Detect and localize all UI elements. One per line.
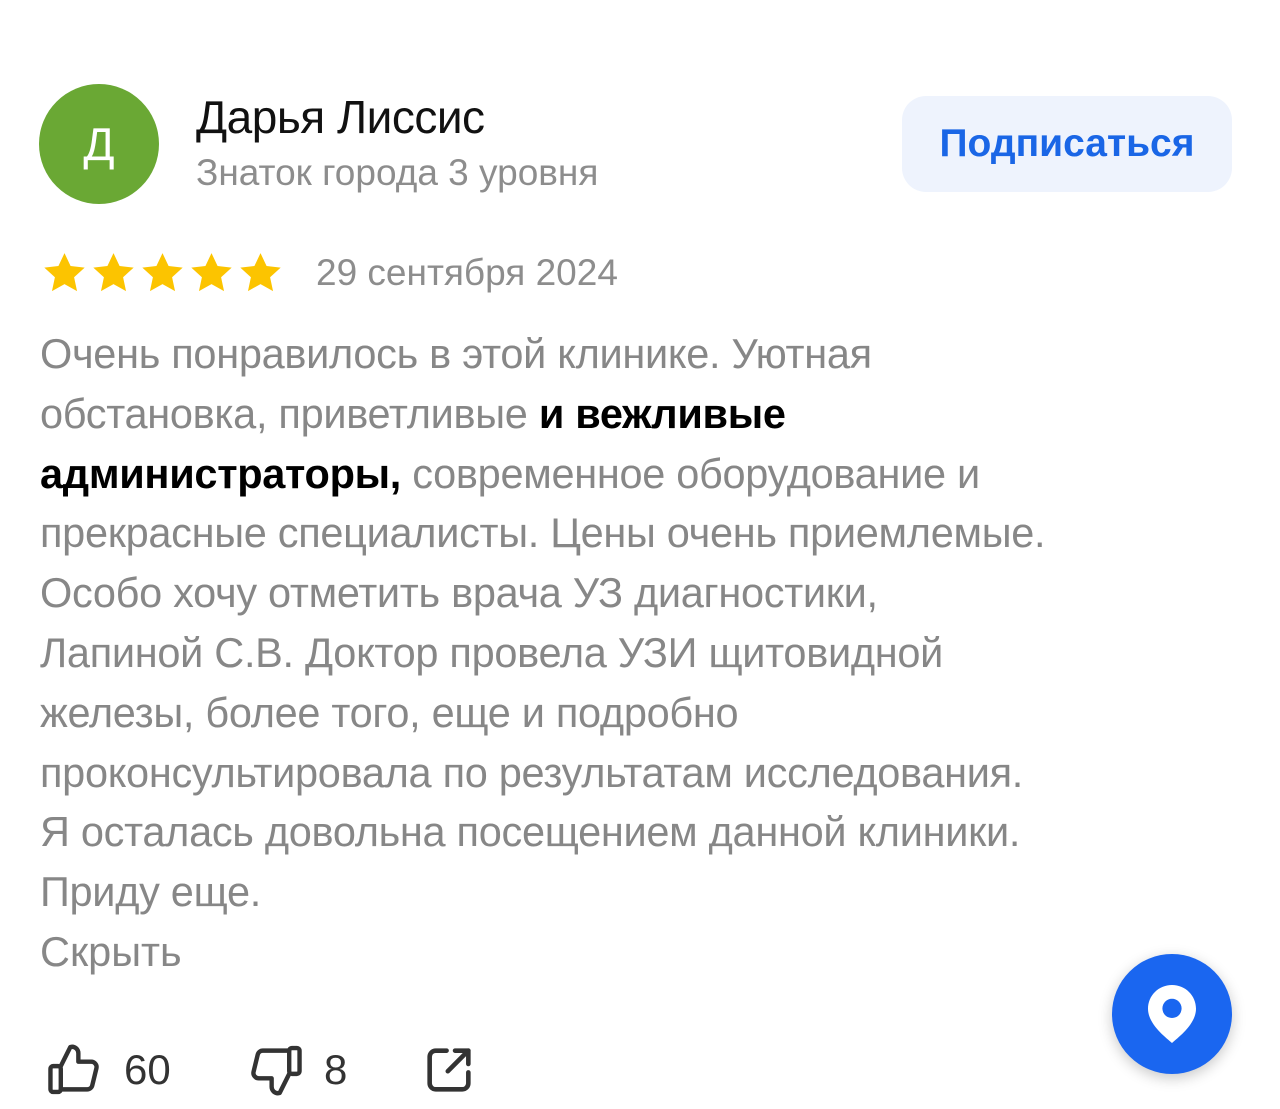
subscribe-button[interactable]: Подписаться	[902, 96, 1232, 192]
avatar-initial: Д	[83, 118, 115, 170]
star-icon	[142, 253, 183, 292]
like-count: 60	[124, 1046, 171, 1093]
star-icon	[93, 253, 134, 292]
review-text: Очень понравилось в этой клинике. Уютная…	[40, 324, 1240, 922]
review-line: проконсультировала по результатам исслед…	[40, 748, 1024, 796]
dislike-count: 8	[324, 1046, 348, 1093]
review-line: прекрасные специалисты. Цены очень прием…	[40, 509, 1046, 557]
review-date: 29 сентября 2024	[316, 252, 618, 293]
star-icon	[191, 253, 232, 292]
author-avatar[interactable]: Д	[39, 84, 159, 204]
review-line: Я осталась довольна посещением данной кл…	[40, 808, 1021, 856]
thumbs-down-icon	[251, 1045, 302, 1096]
highlighted-text: администраторы,	[40, 449, 401, 497]
review-line: Лапиной С.В. Доктор провела УЗИ щитовидн…	[40, 628, 944, 676]
review-line: администраторы, современное оборудование…	[40, 449, 980, 497]
review-line: Очень понравилось в этой клинике. Уютная	[40, 330, 872, 377]
review-line: железы, более того, еще и подробно	[40, 688, 739, 736]
review-line: Особо хочу отметить врача УЗ диагностики…	[40, 569, 878, 617]
like-button[interactable]: 60	[44, 1038, 171, 1102]
review-line: обстановка, приветливые и вежливые	[40, 389, 786, 437]
hide-review-link[interactable]: Скрыть	[40, 922, 182, 982]
map-pin-icon	[1148, 985, 1196, 1043]
highlighted-text: и вежливые	[538, 389, 786, 437]
rating-stars	[41, 250, 284, 298]
map-fab-button[interactable]	[1112, 954, 1232, 1074]
share-icon	[427, 1048, 471, 1092]
star-icon	[44, 253, 85, 292]
thumbs-up-icon	[48, 1044, 99, 1095]
author-name[interactable]: Дарья Лиссис	[196, 90, 485, 144]
dislike-button[interactable]: 8	[244, 1038, 347, 1102]
share-button[interactable]	[420, 1038, 478, 1102]
review-line: Приду еще.	[40, 868, 261, 916]
star-icon	[240, 253, 281, 292]
author-level: Знаток города 3 уровня	[196, 152, 599, 193]
